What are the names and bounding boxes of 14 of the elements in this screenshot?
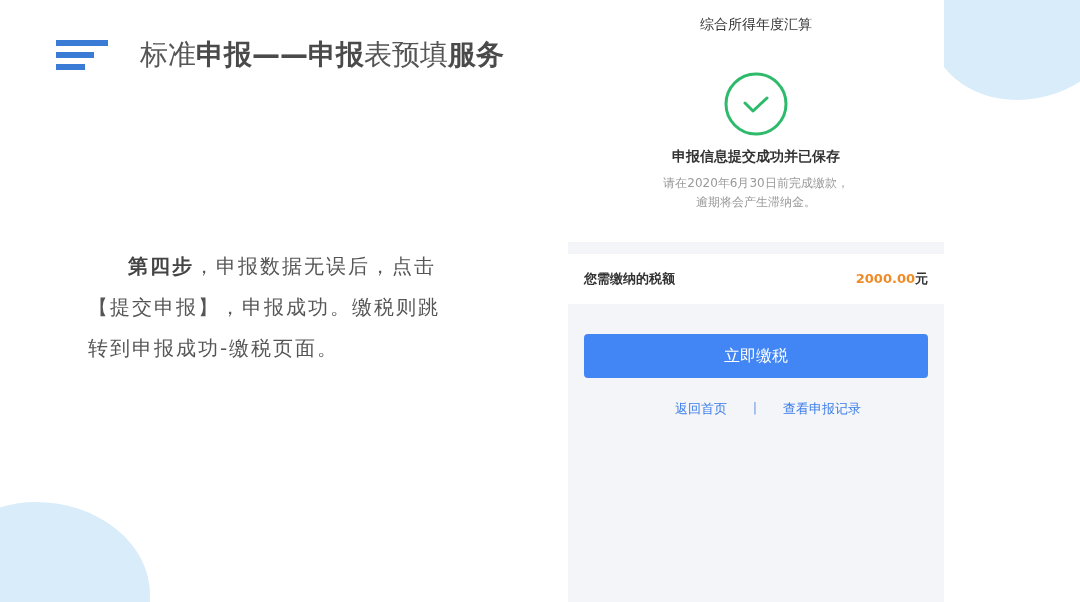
text-link[interactable]: 查看申报记录 xyxy=(783,400,862,418)
text-link[interactable]: 返回首页 xyxy=(674,400,727,418)
step-description: 第四步，申报数据无误后，点击【提交申报】，申报成功。缴税则跳转到申报成功-缴税页面。 xyxy=(88,253,441,362)
tax-label: 您需缴纳的税额 xyxy=(584,270,675,288)
check-circle-icon xyxy=(724,72,788,136)
slide-title: 标准申报——申报表预填服务 xyxy=(140,37,504,73)
link-separator: | xyxy=(752,400,758,417)
notice-text: 逾期将会产生滞纳金。 xyxy=(695,194,817,211)
menu-icon xyxy=(56,40,108,70)
pay-button[interactable]: 立即缴税 xyxy=(584,334,928,378)
notice-text: 请在2020年6月30日前完成缴款， xyxy=(663,175,849,192)
screen-title: 综合所得年度汇算 xyxy=(700,16,812,34)
success-message: 申报信息提交成功并已保存 xyxy=(672,148,840,166)
tax-amount: 2000.00元 xyxy=(855,270,928,288)
